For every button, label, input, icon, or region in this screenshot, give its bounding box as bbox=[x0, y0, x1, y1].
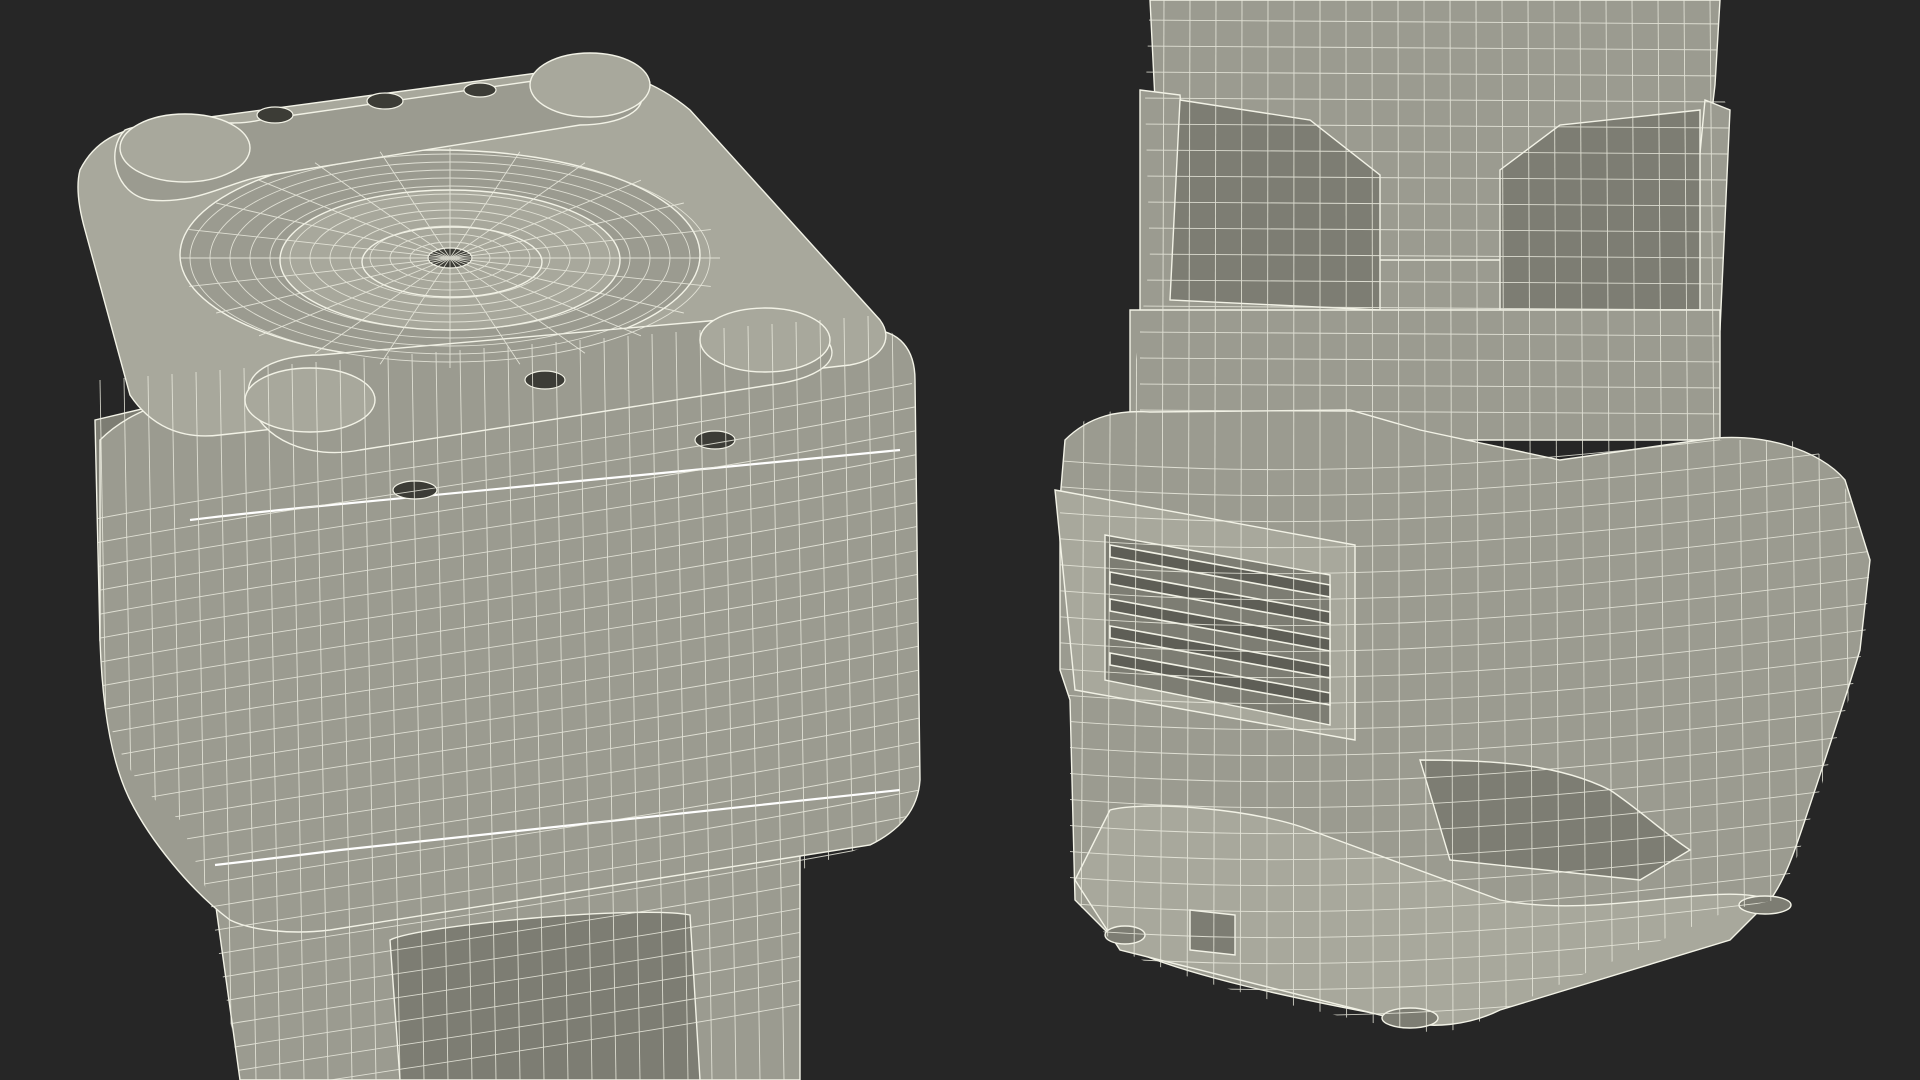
upper-knob-left bbox=[119, 113, 251, 183]
top-view-model bbox=[77, 52, 921, 1080]
foot-front bbox=[1381, 1007, 1439, 1029]
upper-knob-right bbox=[529, 52, 651, 118]
lower-knob-left bbox=[244, 367, 376, 433]
base-view-model bbox=[1054, 0, 1871, 1032]
neck-panel bbox=[389, 911, 701, 1080]
lower-knob-right bbox=[699, 307, 831, 373]
render-viewport bbox=[77, 0, 1871, 1080]
foot-left bbox=[1104, 925, 1146, 945]
connector-port bbox=[1189, 909, 1236, 956]
